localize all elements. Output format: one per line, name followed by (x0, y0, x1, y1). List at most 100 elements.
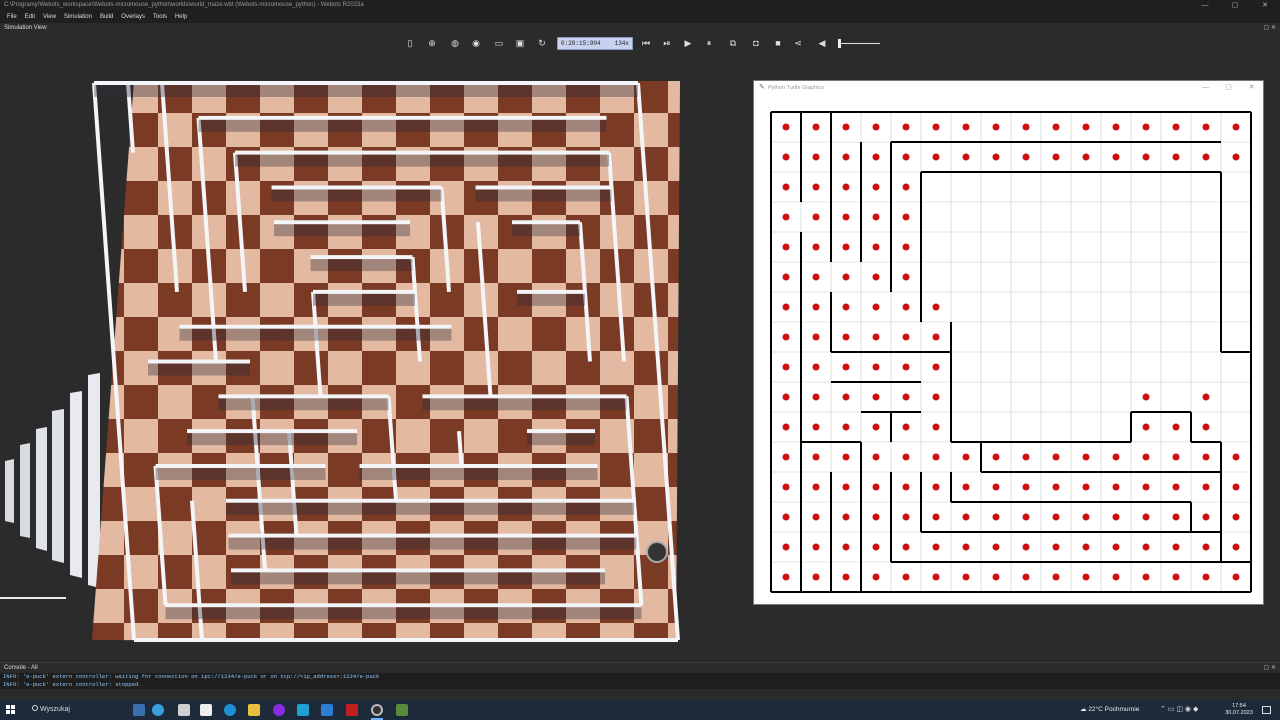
task-view-icon[interactable] (178, 704, 190, 716)
notification-icon[interactable] (1262, 706, 1271, 714)
eye-icon[interactable]: ◉ (470, 38, 482, 49)
volume-slider-track[interactable] (838, 43, 880, 44)
visited-cell-dot (842, 123, 850, 131)
screenshot-icon[interactable]: ◘ (750, 38, 762, 49)
menu-file[interactable]: File (3, 14, 21, 20)
chat-app-icon[interactable] (200, 704, 212, 716)
weather-widget[interactable]: ☁ 22°C Pochmurnie (1080, 700, 1139, 720)
visited-cell-dot (902, 453, 910, 461)
step-back-icon[interactable]: ⏮ (640, 38, 652, 49)
globe-icon[interactable]: ◍ (449, 38, 461, 49)
visited-cell-dot (1112, 543, 1120, 551)
visited-cell-dot (872, 393, 880, 401)
taskbar-clock[interactable]: 17:54 30.07.2023 (1221, 703, 1257, 717)
play-icon[interactable]: ▶ (682, 38, 694, 49)
visited-cell-dot (872, 243, 880, 251)
visited-cell-dot (1112, 483, 1120, 491)
clock-date: 30.07.2023 (1225, 710, 1253, 716)
reload-world-icon[interactable]: ↻ (536, 38, 548, 49)
vscode-icon[interactable] (321, 704, 333, 716)
menu-view[interactable]: View (39, 14, 60, 20)
close-button[interactable]: ✕ (1250, 0, 1280, 11)
visited-cell-dot (782, 393, 790, 401)
visited-cell-dot (1052, 453, 1060, 461)
visited-cell-dot (1022, 123, 1030, 131)
volume-slider-handle[interactable] (838, 39, 841, 48)
obs-app-icon[interactable] (371, 704, 383, 716)
windows-start-icon[interactable] (6, 705, 15, 714)
turtle-window-title: Python Turtle Graphics (768, 85, 824, 91)
open-world-icon[interactable]: ▭ (493, 38, 505, 49)
turtle-window-controls: — ▢ ✕ (1194, 81, 1263, 95)
visited-cell-dot (902, 183, 910, 191)
menu-tools[interactable]: Tools (149, 14, 171, 20)
file-explorer-icon[interactable] (248, 704, 260, 716)
edge-app-icon[interactable] (152, 704, 164, 716)
taskbar-search[interactable]: Wyszukaj (26, 702, 166, 718)
maze-3d-view[interactable] (90, 79, 682, 644)
maze-wall-shadow (155, 467, 326, 480)
visited-cell-dot (1052, 153, 1060, 161)
save-world-icon[interactable]: ▣ (514, 38, 526, 49)
minimize-button[interactable]: — (1190, 0, 1220, 11)
play-pause-icon[interactable]: ⏯ (661, 38, 673, 49)
teams-app-icon[interactable] (297, 704, 309, 716)
turtle-minimize-button[interactable]: — (1194, 81, 1217, 95)
pause-icon[interactable]: ⏸ (703, 38, 715, 49)
system-tray-icons[interactable]: ⌃ ▭ ◫ ◉ ◆ (1160, 700, 1198, 720)
visited-cell-dot (782, 363, 790, 371)
visited-cell-dot (782, 243, 790, 251)
python-app-icon[interactable] (396, 704, 408, 716)
console-line: INFO: 'e-puck' extern controller: waitin… (3, 673, 380, 680)
menu-edit[interactable]: Edit (21, 14, 39, 20)
visited-cell-dot (902, 273, 910, 281)
clock-time: 17:54 (1232, 703, 1246, 709)
add-node-icon[interactable]: ⊕ (426, 38, 438, 49)
visited-cell-dot (872, 123, 880, 131)
menu-help[interactable]: Help (171, 14, 191, 20)
webots-app-icon[interactable] (346, 704, 358, 716)
maze-wall-shadow (475, 189, 612, 202)
widgets-app-icon[interactable] (133, 704, 145, 716)
visited-cell-dot (812, 363, 820, 371)
visited-cell-dot (1202, 453, 1210, 461)
simulation-view-controls[interactable]: ▢ ✕ (1264, 23, 1276, 34)
visited-cell-dot (1082, 573, 1090, 581)
turtle-window[interactable]: ✎ Python Turtle Graphics — ▢ ✕ (753, 80, 1264, 605)
window-controls: — ▢ ✕ (1190, 0, 1280, 11)
visited-cell-dot (842, 303, 850, 311)
visited-cell-dot (782, 183, 790, 191)
visited-cell-dot (1172, 513, 1180, 521)
visited-cell-dot (842, 363, 850, 371)
app-icon[interactable] (273, 704, 285, 716)
visited-cell-dot (962, 543, 970, 551)
maze-wall-shadow (226, 502, 634, 515)
visited-cell-dot (1142, 393, 1150, 401)
visited-cell-dot (782, 273, 790, 281)
visited-cell-dot (782, 303, 790, 311)
visited-cell-dot (932, 393, 940, 401)
volume-icon[interactable]: ◀ (816, 38, 828, 49)
turtle-close-button[interactable]: ✕ (1240, 81, 1263, 95)
fast-forward-icon[interactable]: ⧉ (727, 38, 739, 49)
window-toggle-icon[interactable]: ▯ (404, 38, 416, 49)
maximize-button[interactable]: ▢ (1220, 0, 1250, 11)
visited-cell-dot (962, 573, 970, 581)
menu-simulation[interactable]: Simulation (60, 14, 96, 20)
console-output[interactable]: INFO: 'e-puck' extern controller: waitin… (0, 673, 1280, 689)
menu-overlays[interactable]: Overlays (117, 14, 149, 20)
e-puck-robot[interactable] (646, 541, 668, 563)
record-icon[interactable]: ■ (772, 38, 784, 49)
visited-cell-dot (1172, 153, 1180, 161)
turtle-maximize-button[interactable]: ▢ (1217, 81, 1240, 95)
visited-cell-dot (842, 453, 850, 461)
visited-cell-dot (1052, 573, 1060, 581)
browser-app-icon[interactable] (224, 704, 236, 716)
visited-cell-dot (962, 123, 970, 131)
visited-cell-dot (962, 153, 970, 161)
share-icon[interactable]: ⋖ (792, 38, 804, 49)
maze-wall-shadow (187, 433, 357, 446)
menu-build[interactable]: Build (96, 14, 117, 20)
visited-cell-dot (1232, 483, 1240, 491)
visited-cell-dot (932, 363, 940, 371)
